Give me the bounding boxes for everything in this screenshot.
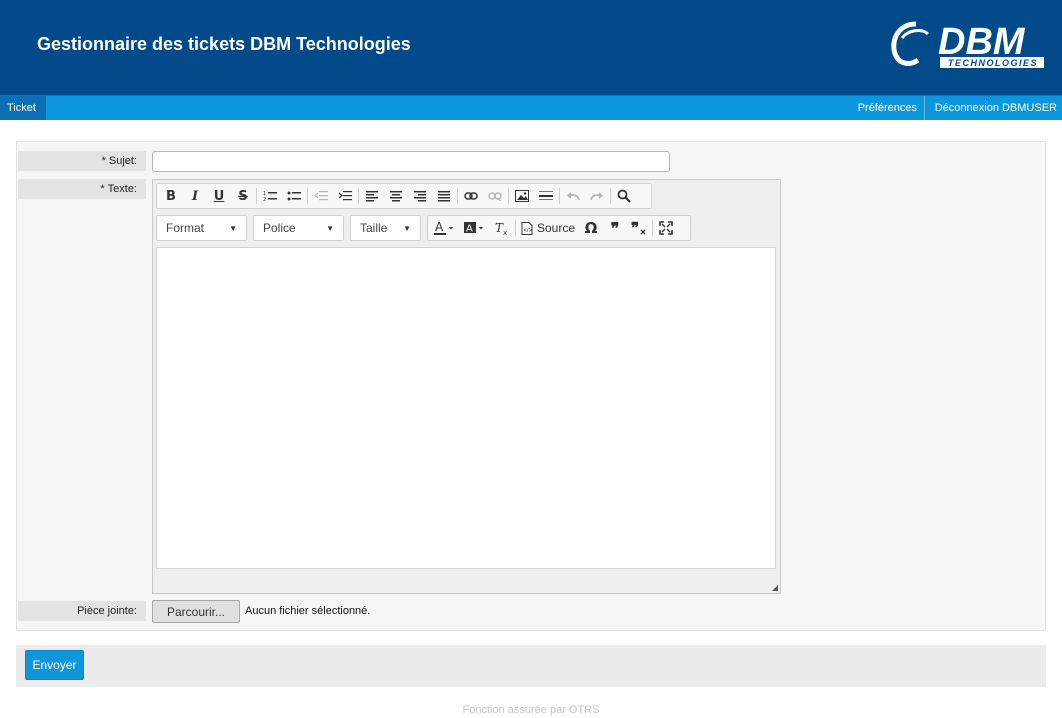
remove-format-icon[interactable]: Tx <box>490 217 514 239</box>
source-icon: </> <box>521 221 533 235</box>
justify-icon[interactable] <box>432 185 456 207</box>
svg-text:2: 2 <box>263 197 266 202</box>
toolbar-row-2: A A Tx </> Source Ω ❞ ❞ <box>427 215 691 241</box>
toolbar-separator <box>515 220 516 236</box>
resize-handle-icon[interactable] <box>772 585 778 591</box>
unlink-icon[interactable] <box>483 185 507 207</box>
font-dropdown-label: Police <box>263 221 296 235</box>
nav-item-logout[interactable]: Déconnexion DBMUSER <box>928 96 1062 120</box>
toolbar-separator <box>559 188 560 204</box>
attachment-label-text: Pièce jointe: <box>77 605 137 617</box>
undo-icon[interactable] <box>561 185 585 207</box>
svg-text:❞: ❞ <box>631 221 639 235</box>
rich-text-editor: B I U S 12 Format ▼ Police ▼ Taille ▼ A … <box>152 179 781 594</box>
format-dropdown-label: Format <box>166 221 205 235</box>
subject-label: * Sujet: <box>18 151 146 171</box>
outdent-icon[interactable] <box>309 185 333 207</box>
svg-text:A: A <box>466 224 473 235</box>
subject-input[interactable] <box>152 151 670 172</box>
background-color-icon[interactable]: A <box>460 217 490 239</box>
bullet-list-icon[interactable] <box>282 185 306 207</box>
svg-text:</>: </> <box>524 228 533 234</box>
file-status-text: Aucun fichier sélectionné. <box>245 605 371 617</box>
required-mark: * <box>101 155 106 167</box>
remove-quote-icon[interactable]: ❞ <box>627 217 651 239</box>
nav-item-preferences[interactable]: Préférences <box>851 96 924 120</box>
size-dropdown-label: Taille <box>360 221 388 235</box>
svg-text:x: x <box>503 229 507 235</box>
attachment-label: Pièce jointe: <box>18 601 146 621</box>
chevron-down-icon: ▼ <box>229 223 237 233</box>
format-dropdown[interactable]: Format ▼ <box>156 215 247 241</box>
maximize-icon[interactable] <box>654 217 678 239</box>
logo-text: DBM <box>938 21 1026 63</box>
toolbar-separator <box>307 188 308 204</box>
font-dropdown[interactable]: Police ▼ <box>253 215 344 241</box>
ticket-form: * Sujet: * Texte: B I U S 12 Format ▼ Po… <box>16 141 1046 631</box>
redo-icon[interactable] <box>585 185 609 207</box>
text-label-text: Texte: <box>107 183 137 195</box>
required-mark: * <box>100 183 105 195</box>
source-button-label: Source <box>537 221 576 235</box>
horizontal-rule-icon[interactable] <box>534 185 558 207</box>
toolbar-separator <box>508 188 509 204</box>
toolbar-separator <box>652 220 654 236</box>
find-icon[interactable] <box>612 185 636 207</box>
text-color-icon[interactable]: A <box>430 217 460 239</box>
special-char-icon[interactable]: Ω <box>579 217 603 239</box>
toolbar-separator <box>457 188 458 204</box>
nav-item-ticket[interactable]: Ticket <box>0 96 46 120</box>
toolbar-row-1: B I U S 12 <box>156 183 652 209</box>
toolbar-separator <box>256 188 257 204</box>
italic-icon[interactable]: I <box>183 185 207 207</box>
subject-label-text: Sujet: <box>108 155 137 167</box>
strike-icon[interactable]: S <box>231 185 255 207</box>
submit-panel: Envoyer <box>16 645 1046 687</box>
toolbar-separator <box>610 188 611 204</box>
nav-bar: Ticket Préférences Déconnexion DBMUSER <box>0 95 1062 120</box>
align-right-icon[interactable] <box>408 185 432 207</box>
chevron-down-icon: ▼ <box>403 223 411 233</box>
svg-text:A: A <box>435 221 444 234</box>
logo-subtext: TECHNOLOGIES <box>948 58 1038 68</box>
chevron-down-icon: ▼ <box>326 223 334 233</box>
text-label: * Texte: <box>18 179 146 199</box>
numbered-list-icon[interactable]: 12 <box>258 185 282 207</box>
source-button[interactable]: </> Source <box>517 217 579 239</box>
align-left-icon[interactable] <box>360 185 384 207</box>
bold-icon[interactable]: B <box>159 185 183 207</box>
nav-divider <box>924 96 925 120</box>
underline-icon[interactable]: U <box>207 185 231 207</box>
align-center-icon[interactable] <box>384 185 408 207</box>
size-dropdown[interactable]: Taille ▼ <box>350 215 421 241</box>
footer-text: Fonction assurée par OTRS <box>462 704 600 716</box>
app-header: Gestionnaire des tickets DBM Technologie… <box>0 0 1062 95</box>
editor-content-area[interactable] <box>156 247 776 569</box>
image-icon[interactable] <box>510 185 534 207</box>
link-icon[interactable] <box>459 185 483 207</box>
dbm-logo: DBM TECHNOLOGIES <box>891 21 1044 68</box>
toolbar-separator <box>358 188 359 204</box>
browse-button[interactable]: Parcourir... <box>152 600 240 623</box>
blockquote-icon[interactable]: ❞ <box>603 217 627 239</box>
submit-button[interactable]: Envoyer <box>25 650 84 680</box>
indent-icon[interactable] <box>333 185 357 207</box>
page-title: Gestionnaire des tickets DBM Technologie… <box>37 34 411 54</box>
